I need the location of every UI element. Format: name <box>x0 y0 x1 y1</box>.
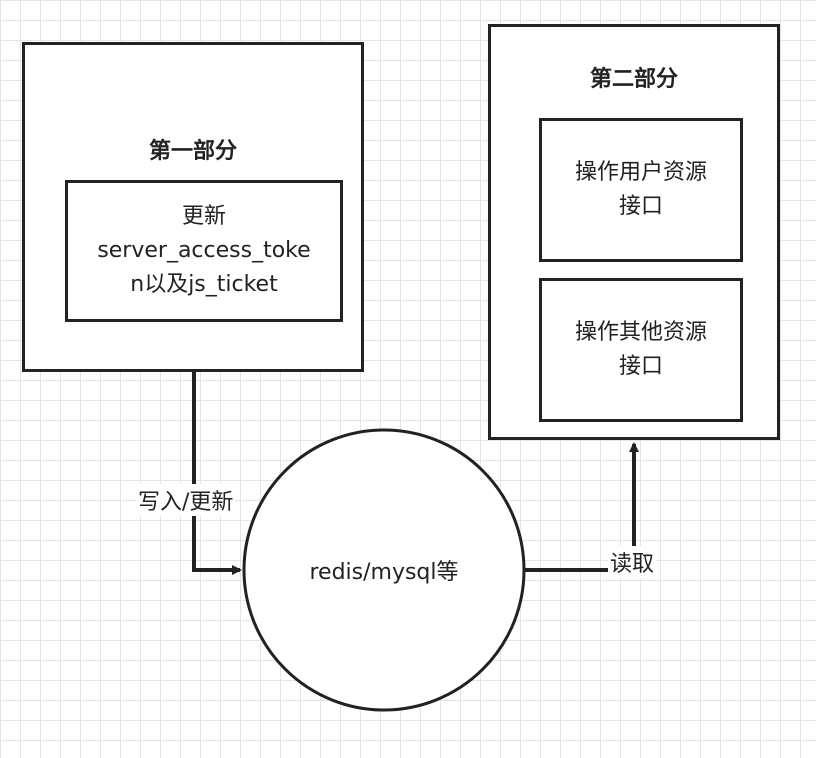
part-two-container: 第二部分 操作用户资源 接口 操作其他资源 接口 <box>488 24 780 440</box>
write-edge-label: 写入/更新 <box>136 484 236 516</box>
other-resource-line2: 接口 <box>618 354 663 379</box>
storage-label: redis/mysql等 <box>309 560 459 585</box>
write-edge <box>192 372 242 575</box>
part-one-title: 第一部分 <box>148 139 237 164</box>
user-resource-line2: 接口 <box>618 194 663 219</box>
update-token-line1: 更新 <box>181 204 226 229</box>
read-edge-label: 读取 <box>608 546 657 578</box>
update-token-node: 更新 server_access_toke n以及js_ticket <box>65 180 343 322</box>
update-token-line2: server_access_toke <box>97 238 311 263</box>
other-resource-line1: 操作其他资源 <box>574 320 707 345</box>
user-resource-line1: 操作用户资源 <box>574 160 707 185</box>
part-two-title: 第二部分 <box>589 67 678 92</box>
user-resource-node: 操作用户资源 接口 <box>539 118 743 262</box>
other-resource-node: 操作其他资源 接口 <box>539 278 743 422</box>
part-one-container: 第一部分 更新 server_access_toke n以及js_ticket <box>22 42 364 372</box>
update-token-line3: n以及js_ticket <box>130 272 278 297</box>
